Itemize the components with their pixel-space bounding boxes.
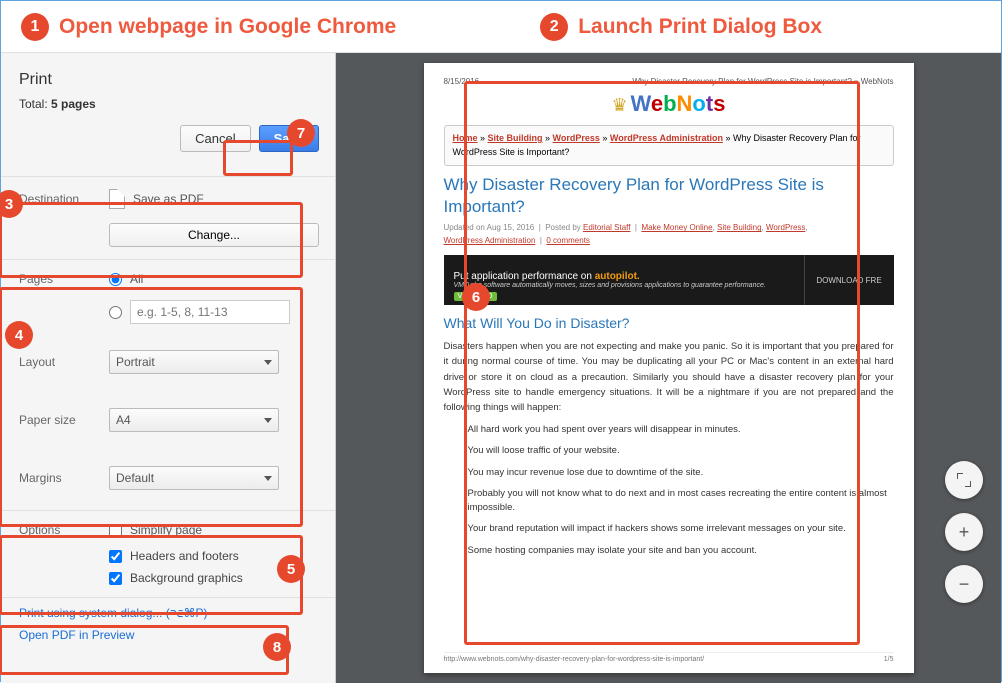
zoom-out-button[interactable]: − bbox=[945, 565, 983, 603]
meta-author[interactable]: Editorial Staff bbox=[583, 223, 630, 232]
instruction-bar: 1 Open webpage in Google Chrome 2 Launch… bbox=[1, 1, 1001, 53]
crown-icon: ♛ bbox=[612, 95, 628, 115]
badge-1: 1 bbox=[21, 13, 49, 41]
margins-row: Margins Default bbox=[19, 458, 319, 498]
instruction-1: 1 Open webpage in Google Chrome bbox=[21, 13, 396, 41]
footer-url: http://www.webnots.com/why-disaster-reco… bbox=[444, 656, 705, 663]
destination-row: Destination Save as PDF bbox=[19, 181, 319, 217]
chevron-down-icon bbox=[264, 476, 272, 481]
section-heading: What Will You Do in Disaster? bbox=[444, 315, 894, 331]
badge-2: 2 bbox=[540, 13, 568, 41]
button-row: Cancel Save bbox=[19, 125, 319, 152]
background-label: Background graphics bbox=[130, 571, 243, 585]
layout-row: Layout Portrait bbox=[19, 342, 319, 382]
crumb-home[interactable]: Home bbox=[453, 133, 478, 143]
pdf-icon bbox=[109, 189, 125, 209]
options-row: Options Simplify page bbox=[19, 515, 319, 545]
chevron-down-icon bbox=[264, 418, 272, 423]
papersize-select[interactable]: A4 bbox=[109, 408, 279, 432]
layout-value: Portrait bbox=[116, 355, 155, 369]
meta-wpa[interactable]: WordPress Administration bbox=[444, 236, 536, 245]
bullet-6: Some hosting companies may isolate your … bbox=[468, 544, 894, 558]
papersize-row: Paper size A4 bbox=[19, 400, 319, 440]
chevron-down-icon bbox=[264, 360, 272, 365]
instruction-2-text: Launch Print Dialog Box bbox=[578, 15, 822, 39]
preview-page: 8/15/2016 Why Disaster Recovery Plan for… bbox=[424, 63, 914, 673]
layout-select[interactable]: Portrait bbox=[109, 350, 279, 374]
total-value: 5 pages bbox=[51, 97, 96, 111]
pages-row: Pages All bbox=[19, 264, 319, 294]
bullet-3: You may incur revenue lose due to downti… bbox=[468, 466, 894, 480]
print-sidebar: Print Total: 5 pages Cancel Save Destina… bbox=[1, 53, 336, 683]
crumb-wp[interactable]: WordPress bbox=[553, 133, 600, 143]
pages-all-label: All bbox=[130, 272, 143, 286]
background-checkbox[interactable] bbox=[109, 572, 122, 585]
ad-banner: Put application performance on autopilot… bbox=[444, 255, 894, 305]
margins-label: Margins bbox=[19, 471, 109, 485]
pages-all-radio[interactable] bbox=[109, 273, 122, 286]
fullscreen-button[interactable] bbox=[945, 461, 983, 499]
meta-comments[interactable]: 0 comments bbox=[546, 236, 590, 245]
total-prefix: Total: bbox=[19, 97, 51, 111]
destination-label: Destination bbox=[19, 192, 109, 206]
meta-mmo[interactable]: Make Money Online bbox=[641, 223, 712, 232]
page-header-title: Why Disaster Recovery Plan for WordPress… bbox=[632, 77, 893, 86]
pages-label: Pages bbox=[19, 272, 109, 286]
destination-value: Save as PDF bbox=[133, 192, 204, 206]
headers-checkbox[interactable] bbox=[109, 550, 122, 563]
download-button[interactable]: DOWNLOAD FRE bbox=[804, 255, 894, 305]
margins-value: Default bbox=[116, 471, 154, 485]
instruction-2: 2 Launch Print Dialog Box bbox=[540, 13, 822, 41]
print-title: Print bbox=[19, 71, 319, 89]
meta-sb[interactable]: Site Building bbox=[717, 223, 761, 232]
zoom-in-button[interactable]: + bbox=[945, 513, 983, 551]
layout-label: Layout bbox=[19, 355, 109, 369]
bullet-list: All hard work you had spent over years w… bbox=[468, 423, 894, 565]
margins-select[interactable]: Default bbox=[109, 466, 279, 490]
instruction-1-text: Open webpage in Google Chrome bbox=[59, 15, 396, 39]
paragraph: Disasters happen when you are not expect… bbox=[444, 339, 894, 415]
background-row: Background graphics bbox=[109, 567, 319, 589]
open-preview-link[interactable]: Open PDF in Preview bbox=[19, 624, 319, 646]
pages-custom-input[interactable] bbox=[130, 300, 290, 324]
page-date: 8/15/2016 bbox=[444, 77, 480, 86]
bullet-2: You will loose traffic of your website. bbox=[468, 444, 894, 458]
crumb-sb[interactable]: Site Building bbox=[488, 133, 543, 143]
vmturbo-badge: VMTURBO bbox=[454, 292, 497, 301]
system-dialog-link[interactable]: Print using system dialog... (⌥⌘P) bbox=[19, 602, 319, 624]
pages-custom-radio[interactable] bbox=[109, 306, 122, 319]
meta-wp[interactable]: WordPress bbox=[766, 223, 805, 232]
papersize-label: Paper size bbox=[19, 413, 109, 427]
simplify-checkbox[interactable] bbox=[109, 524, 122, 537]
headers-row: Headers and footers bbox=[109, 545, 319, 567]
article-meta: Updated on Aug 15, 2016 | Posted by Edit… bbox=[444, 223, 894, 232]
save-button[interactable]: Save bbox=[259, 125, 319, 152]
bullet-1: All hard work you had spent over years w… bbox=[468, 423, 894, 437]
total-pages: Total: 5 pages bbox=[19, 97, 319, 111]
change-button[interactable]: Change... bbox=[109, 223, 319, 247]
bullet-5: Your brand reputation will impact if hac… bbox=[468, 522, 894, 536]
preview-controls: + − bbox=[945, 461, 983, 603]
breadcrumb: Home » Site Building » WordPress » WordP… bbox=[444, 125, 894, 166]
bullet-4: Probably you will not know what to do ne… bbox=[468, 487, 894, 516]
logo: ♛ WebNots bbox=[444, 91, 894, 117]
papersize-value: A4 bbox=[116, 413, 131, 427]
footer-page: 1/5 bbox=[884, 656, 894, 663]
fullscreen-icon bbox=[957, 473, 971, 487]
simplify-label: Simplify page bbox=[130, 523, 202, 537]
headers-label: Headers and footers bbox=[130, 549, 239, 563]
article-title: Why Disaster Recovery Plan for WordPress… bbox=[444, 174, 894, 218]
print-preview-area: 8/15/2016 Why Disaster Recovery Plan for… bbox=[336, 53, 1001, 683]
cancel-button[interactable]: Cancel bbox=[180, 125, 250, 152]
pages-custom-row bbox=[109, 300, 319, 324]
options-label: Options bbox=[19, 523, 109, 537]
crumb-wpa[interactable]: WordPress Administration bbox=[610, 133, 723, 143]
